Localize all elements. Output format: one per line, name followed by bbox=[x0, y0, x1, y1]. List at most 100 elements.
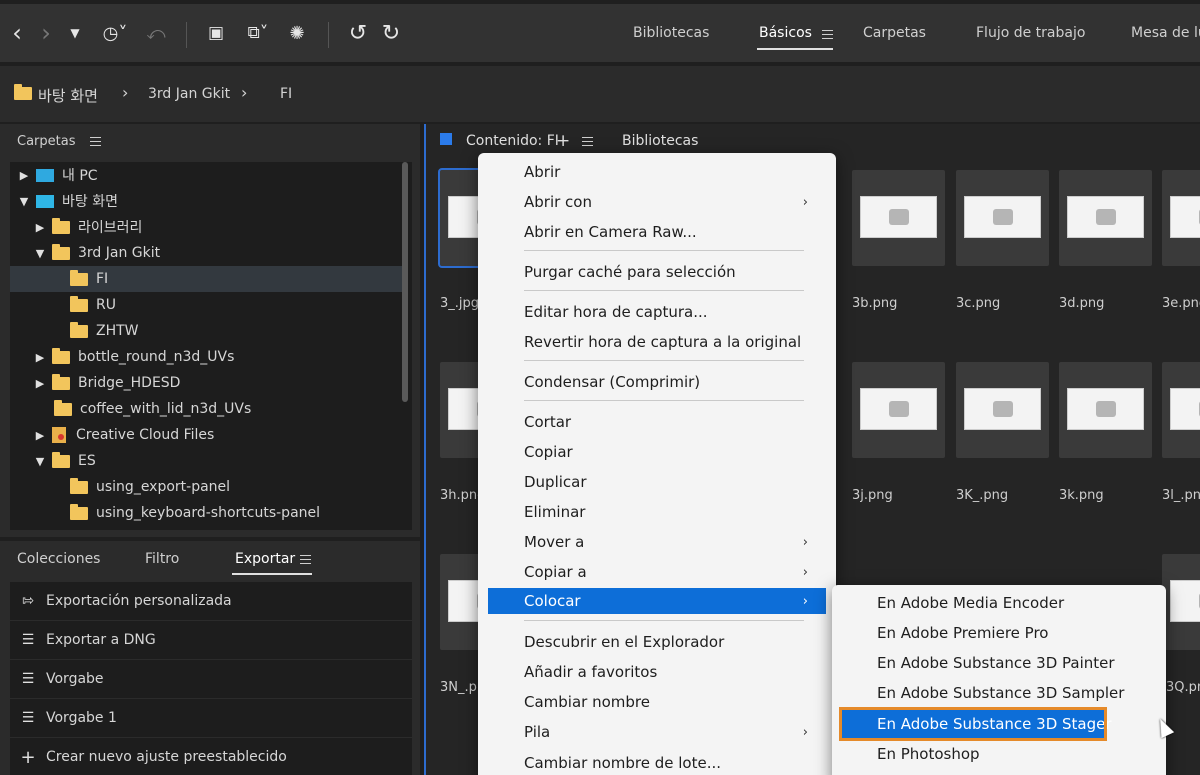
menu-item-favoritos[interactable]: Añadir a favoritos bbox=[488, 658, 826, 686]
thumbnail[interactable] bbox=[852, 170, 945, 266]
submenu-item-substance-stager[interactable]: En Adobe Substance 3D Stager bbox=[839, 707, 1112, 741]
tree-item-bridge-hdesd[interactable]: ▶ Bridge_HDESD bbox=[10, 370, 402, 396]
export-item-dng[interactable]: ☰ Exportar a DNG bbox=[10, 621, 412, 659]
tree-item-ru[interactable]: RU bbox=[10, 292, 402, 318]
thumbnail[interactable] bbox=[1059, 362, 1152, 458]
refine-icon[interactable]: ✺ bbox=[285, 20, 309, 46]
submenu-item-substance-painter[interactable]: En Adobe Substance 3D Painter bbox=[840, 649, 1158, 677]
workspace-tab-carpetas[interactable]: Carpetas bbox=[863, 25, 926, 41]
thumbnail[interactable] bbox=[956, 362, 1049, 458]
tree-item-library[interactable]: ▶ 라이브러리 bbox=[10, 214, 402, 240]
menu-item-editar-hora[interactable]: Editar hora de captura... bbox=[488, 298, 826, 326]
thumbnail-label: 3_.jpg bbox=[440, 296, 480, 311]
submenu-item-premiere-pro[interactable]: En Adobe Premiere Pro bbox=[840, 619, 1158, 647]
tree-item-coffee[interactable]: coffee_with_lid_n3d_UVs bbox=[10, 396, 402, 422]
menu-item-abrir-con[interactable]: Abrir con › bbox=[488, 188, 826, 216]
export-item-label: Crear nuevo ajuste preestablecido bbox=[46, 749, 287, 765]
menu-item-label: Abrir en Camera Raw... bbox=[524, 223, 697, 241]
tree-item-3rd-jan-gkit[interactable]: ▼ 3rd Jan Gkit bbox=[10, 240, 402, 266]
tree-item-bottle[interactable]: ▶ bottle_round_n3d_UVs bbox=[10, 344, 402, 370]
thumbnail[interactable] bbox=[1162, 170, 1200, 266]
tree-item-zhtw[interactable]: ZHTW bbox=[10, 318, 402, 344]
create-preset-button[interactable]: + Crear nuevo ajuste preestablecido bbox=[10, 738, 412, 775]
expand-arrow-icon[interactable]: ▶ bbox=[34, 351, 46, 364]
menu-item-pila[interactable]: Pila › bbox=[488, 718, 826, 746]
menu-item-revertir-hora[interactable]: Revertir hora de captura a la original bbox=[488, 328, 826, 356]
panel-menu-icon[interactable] bbox=[582, 137, 593, 146]
menu-item-colocar[interactable]: Colocar › bbox=[488, 588, 826, 614]
tab-exportar[interactable]: Exportar bbox=[235, 551, 295, 567]
collapse-arrow-icon[interactable]: ▼ bbox=[34, 247, 46, 260]
tree-item-label: ES bbox=[78, 453, 96, 469]
menu-item-copiar[interactable]: Copiar bbox=[488, 438, 826, 466]
menu-item-lote[interactable]: Cambiar nombre de lote... bbox=[488, 749, 826, 775]
boomerang-icon[interactable]: ⤺ bbox=[146, 20, 166, 46]
export-item-custom[interactable]: ⇰ Exportación personalizada bbox=[10, 582, 412, 620]
panel-menu-icon[interactable] bbox=[89, 137, 101, 146]
expand-arrow-icon[interactable]: ▶ bbox=[18, 169, 30, 182]
camera-import-icon[interactable]: ▣ bbox=[203, 20, 229, 46]
tree-item-creative-cloud[interactable]: ▶ Creative Cloud Files bbox=[10, 422, 402, 448]
thumbnail[interactable] bbox=[1162, 554, 1200, 650]
tab-content[interactable]: Contenido: FI bbox=[466, 133, 559, 149]
rotate-right-icon[interactable]: ↻ bbox=[378, 20, 404, 46]
tree-scrollbar[interactable] bbox=[402, 162, 408, 402]
history-icon[interactable]: ◷˅ bbox=[95, 20, 135, 46]
tab-filtro[interactable]: Filtro bbox=[145, 551, 179, 567]
tree-item-shortcuts-panel[interactable]: using_keyboard-shortcuts-panel bbox=[10, 500, 402, 526]
submenu-item-label: En Adobe Media Encoder bbox=[877, 594, 1065, 612]
menu-item-abrir[interactable]: Abrir bbox=[488, 158, 826, 186]
thumbnail[interactable] bbox=[1162, 362, 1200, 458]
panel-menu-icon[interactable] bbox=[300, 555, 311, 564]
export-item-vorgabe-1[interactable]: ☰ Vorgabe 1 bbox=[10, 699, 412, 737]
tree-item-label: coffee_with_lid_n3d_UVs bbox=[80, 401, 252, 417]
menu-item-mover-a[interactable]: Mover a › bbox=[488, 528, 826, 556]
workspace-tab-flujo[interactable]: Flujo de trabajo bbox=[976, 25, 1085, 41]
menu-item-purgar[interactable]: Purgar caché para selección bbox=[488, 258, 826, 286]
workspace-tab-bibliotecas[interactable]: Bibliotecas bbox=[633, 25, 709, 41]
thumbnail[interactable] bbox=[1059, 170, 1152, 266]
export-item-vorgabe[interactable]: ☰ Vorgabe bbox=[10, 660, 412, 698]
thumbnail[interactable] bbox=[956, 170, 1049, 266]
submenu-item-media-encoder[interactable]: En Adobe Media Encoder bbox=[840, 589, 1158, 617]
back-icon[interactable]: ‹ bbox=[8, 19, 26, 47]
thumbnail[interactable] bbox=[852, 362, 945, 458]
menu-item-copiar-a[interactable]: Copiar a › bbox=[488, 558, 826, 586]
chevron-down-icon[interactable]: ▼ bbox=[66, 20, 84, 46]
expand-arrow-icon[interactable]: ▶ bbox=[34, 377, 46, 390]
tree-item-label: 라이브러리 bbox=[78, 220, 143, 236]
menu-item-camera-raw[interactable]: Abrir en Camera Raw... bbox=[488, 218, 826, 246]
menu-item-duplicar[interactable]: Duplicar bbox=[488, 468, 826, 496]
copy-stack-icon[interactable]: ⧉˅ bbox=[238, 20, 278, 46]
breadcrumb-item-gkit[interactable]: 3rd Jan Gkit bbox=[148, 86, 230, 102]
collapse-arrow-icon[interactable]: ▼ bbox=[18, 195, 30, 208]
submenu-item-substance-sampler[interactable]: En Adobe Substance 3D Sampler bbox=[840, 679, 1158, 707]
breadcrumb-item-fi[interactable]: FI bbox=[280, 86, 292, 102]
workspace-menu-icon[interactable] bbox=[822, 30, 833, 39]
rotate-left-icon[interactable]: ↺ bbox=[345, 20, 371, 46]
breadcrumb-item-desktop[interactable]: 바탕 화면 bbox=[38, 85, 98, 106]
tab-bibliotecas[interactable]: Bibliotecas bbox=[622, 133, 698, 149]
folder-icon bbox=[70, 477, 88, 494]
menu-item-cortar[interactable]: Cortar bbox=[488, 408, 826, 436]
menu-item-descubrir[interactable]: Descubrir en el Explorador bbox=[488, 628, 826, 656]
menu-item-cambiar-nombre[interactable]: Cambiar nombre bbox=[488, 688, 826, 716]
tree-item-fi[interactable]: FI bbox=[10, 266, 402, 292]
add-tab-button[interactable]: + bbox=[556, 131, 570, 151]
tree-item-my-pc[interactable]: ▶ 내 PC bbox=[10, 162, 402, 188]
menu-item-label: Abrir con bbox=[524, 193, 592, 211]
tree-item-es[interactable]: ▼ ES bbox=[10, 448, 402, 474]
workspace-tab-mesa[interactable]: Mesa de luz bbox=[1131, 25, 1200, 41]
tree-item-desktop[interactable]: ▼ 바탕 화면 bbox=[10, 188, 402, 214]
menu-item-label: Eliminar bbox=[524, 503, 586, 521]
tree-item-export-panel[interactable]: using_export-panel bbox=[10, 474, 402, 500]
workspace-tab-basicos[interactable]: Básicos bbox=[759, 25, 812, 41]
menu-item-condensar[interactable]: Condensar (Comprimir) bbox=[488, 368, 826, 396]
expand-arrow-icon[interactable]: ▶ bbox=[34, 221, 46, 234]
forward-icon[interactable]: › bbox=[37, 19, 55, 47]
expand-arrow-icon[interactable]: ▶ bbox=[34, 429, 46, 442]
tab-colecciones[interactable]: Colecciones bbox=[17, 551, 100, 567]
menu-item-eliminar[interactable]: Eliminar bbox=[488, 498, 826, 526]
collapse-arrow-icon[interactable]: ▼ bbox=[34, 455, 46, 468]
submenu-item-photoshop[interactable]: En Photoshop bbox=[840, 740, 1158, 768]
